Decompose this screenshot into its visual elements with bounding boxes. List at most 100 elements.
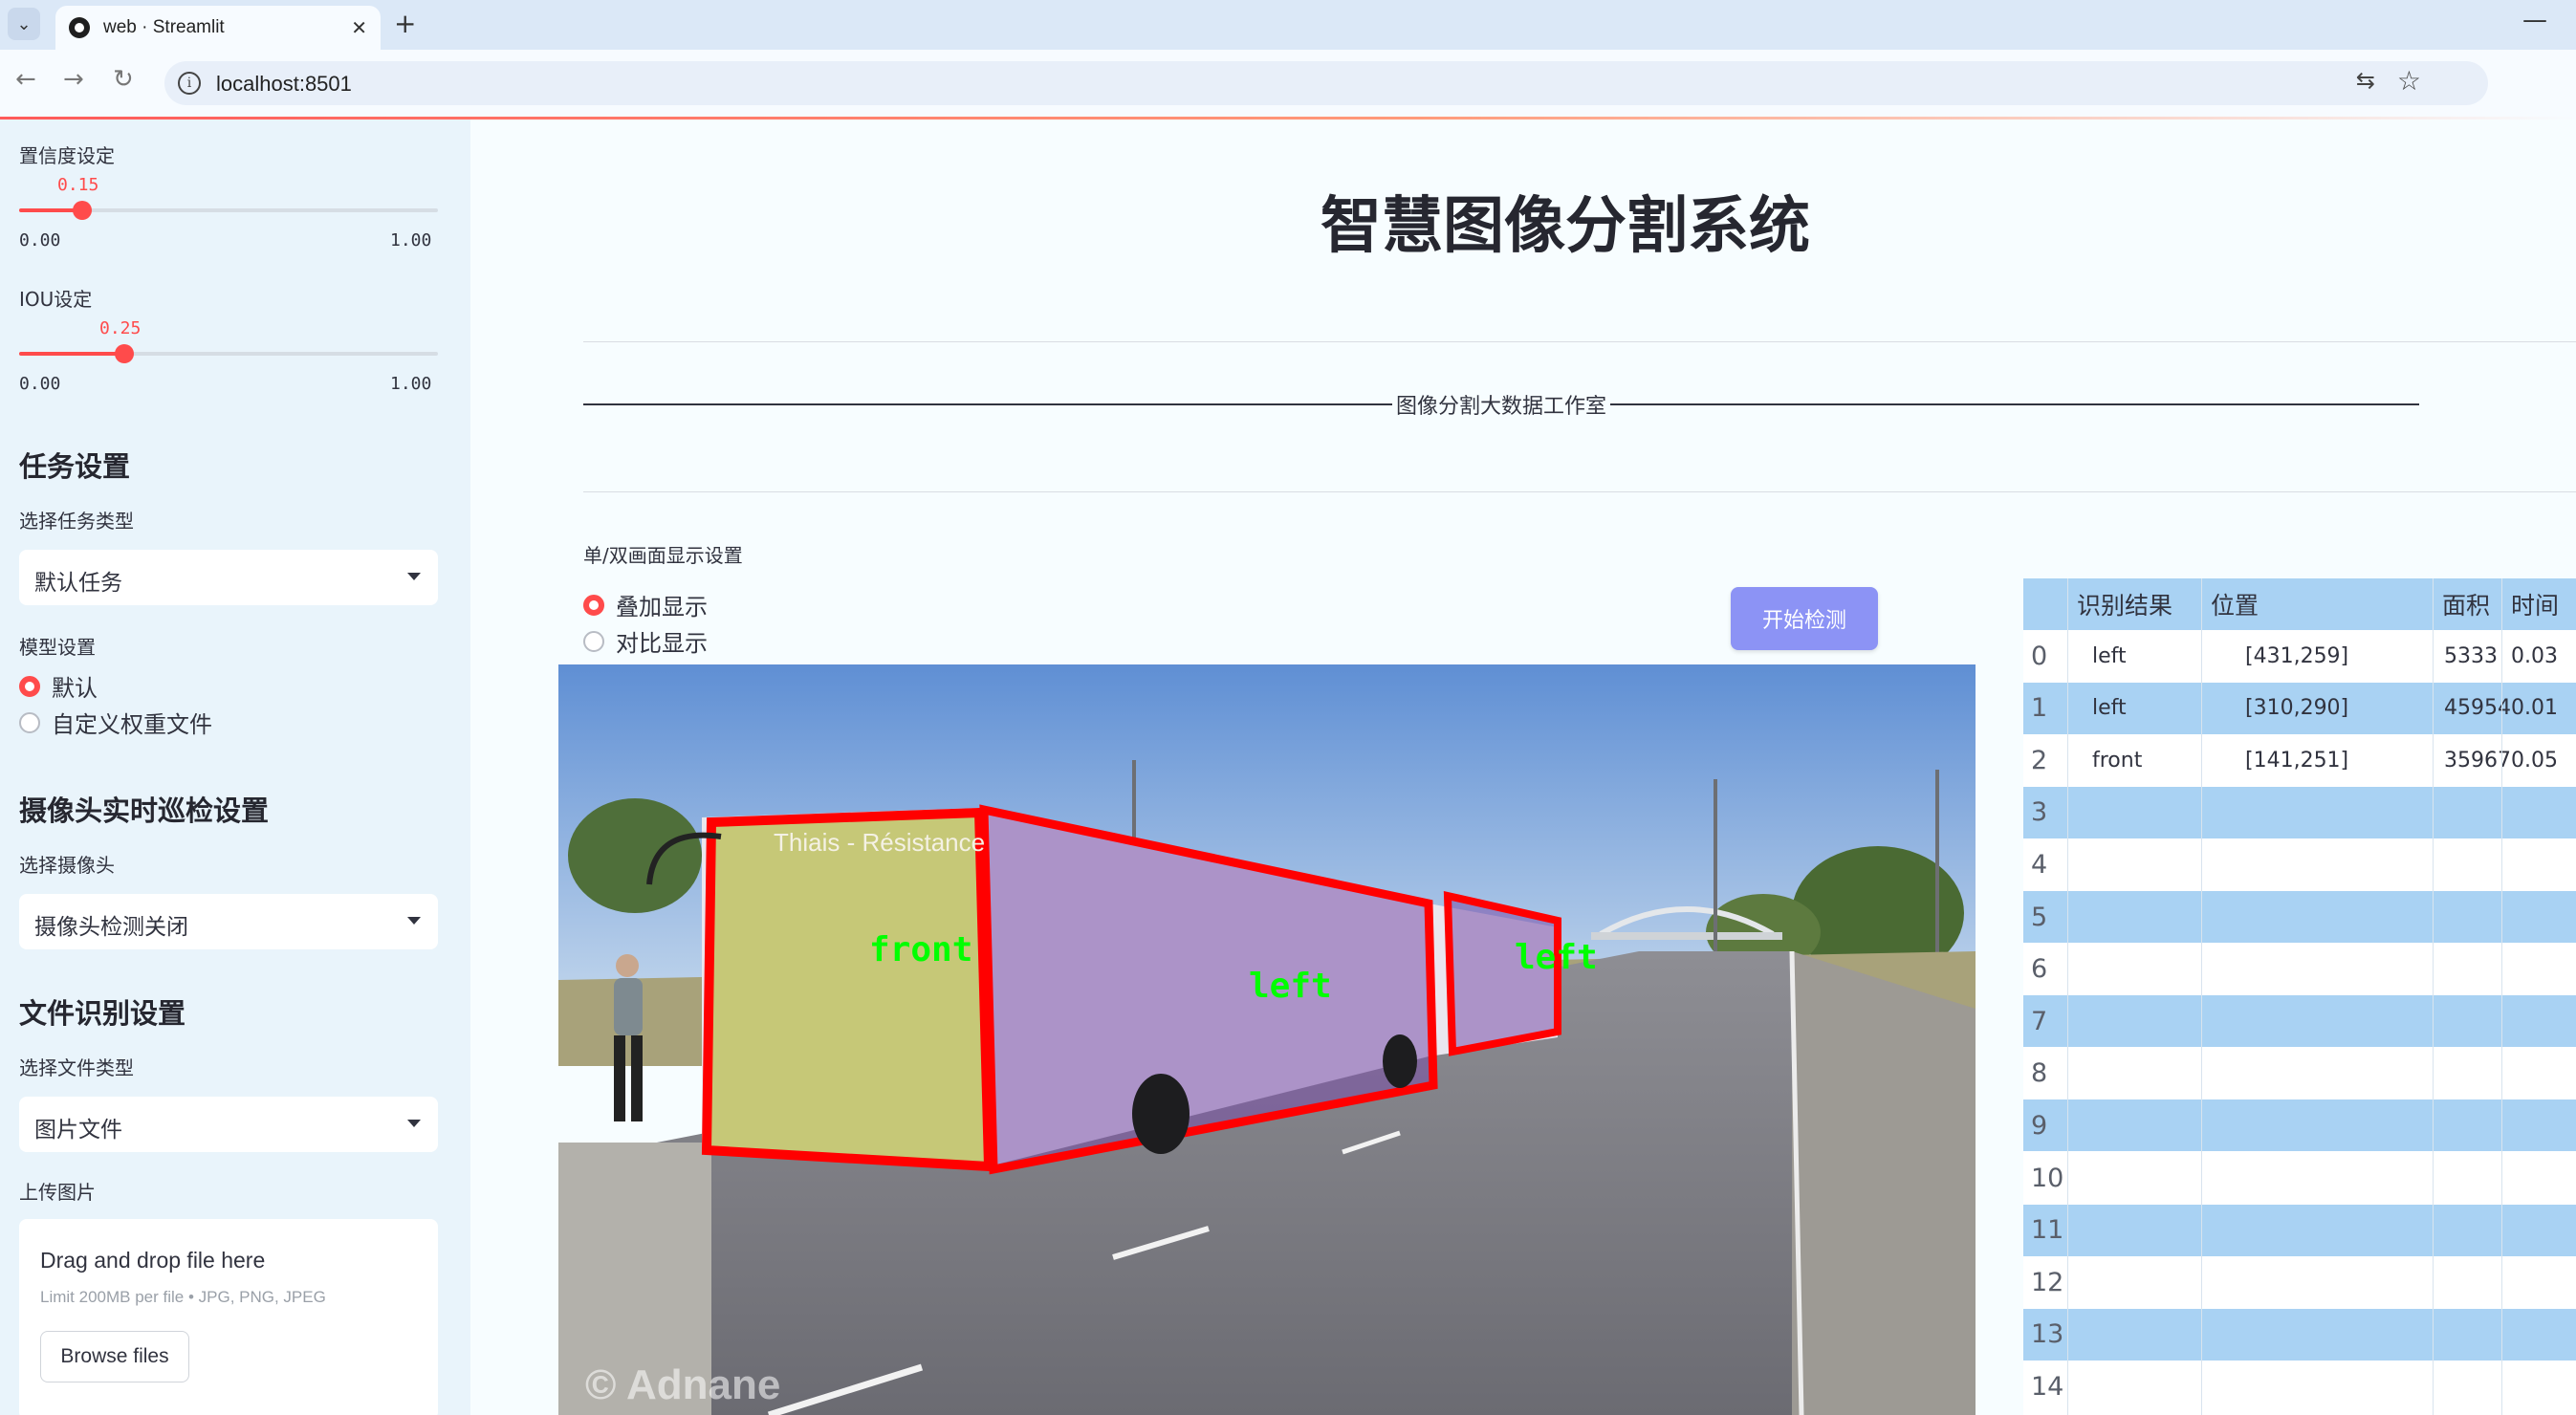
dash-left (583, 403, 1392, 405)
main-content: 智慧图像分割系统 图像分割大数据工作室 单/双画面显示设置 叠加显示 对比显示 … (470, 120, 2576, 1415)
table-row[interactable]: 6 (2023, 944, 2576, 995)
table-row[interactable]: 11 (2023, 1204, 2576, 1256)
close-icon[interactable]: ✕ (351, 16, 367, 39)
column-header-result[interactable]: 识别结果 (2077, 578, 2172, 630)
person-leg (614, 1035, 625, 1121)
table-row[interactable]: 14 (2023, 1361, 2576, 1412)
row-index: 11 (2031, 1215, 2064, 1246)
upload-label: 上传图片 (19, 1181, 96, 1204)
column-header-area[interactable]: 面积 (2442, 578, 2490, 630)
row-index: 4 (2031, 849, 2048, 880)
task-type-select[interactable]: 默认任务 (19, 550, 438, 605)
table-row[interactable]: 10 (2023, 1152, 2576, 1204)
table-row[interactable]: 4 (2023, 838, 2576, 890)
table-row[interactable]: 0 left [431,259] 5333 0.03 (2023, 630, 2576, 682)
site-info-icon[interactable]: i (178, 72, 201, 95)
column-header-position[interactable]: 位置 (2211, 578, 2259, 630)
iou-value: 0.25 (99, 318, 142, 338)
banner-text: 图像分割大数据工作室 (1396, 395, 1607, 419)
chevron-down-icon (407, 573, 421, 580)
browse-files-button[interactable]: Browse files (40, 1331, 189, 1382)
camera-select-value: 摄像头检测关闭 (34, 915, 188, 940)
minimize-window-icon[interactable]: — (2522, 6, 2547, 34)
table-row[interactable]: 3 (2023, 786, 2576, 838)
sidewalk (1792, 951, 1976, 1415)
chevron-down-icon (407, 1120, 421, 1127)
column-separator (2433, 578, 2434, 1415)
iou-slider-fill (19, 352, 124, 356)
cell-time: 0.03 (2511, 643, 2558, 668)
bookmark-star-icon[interactable]: ☆ (2397, 65, 2421, 97)
reload-icon[interactable]: ↻ (113, 65, 134, 94)
task-settings-heading: 任务设置 (19, 450, 131, 483)
back-arrow-icon[interactable]: ← (15, 65, 36, 94)
forward-arrow-icon[interactable]: → (63, 65, 84, 94)
row-index: 8 (2031, 1058, 2048, 1089)
model-radio-default[interactable]: 默认 (19, 669, 98, 703)
tab-search-button[interactable]: ⌄ (8, 8, 40, 40)
row-index: 5 (2031, 902, 2048, 932)
table-row[interactable]: 12 (2023, 1256, 2576, 1308)
row-index: 2 (2031, 745, 2048, 775)
camera-select[interactable]: 摄像头检测关闭 (19, 894, 438, 949)
table-row[interactable]: 5 (2023, 891, 2576, 943)
wheel (1383, 1034, 1417, 1088)
display-mode-label: 单/双画面显示设置 (583, 544, 743, 567)
confidence-max: 1.00 (390, 230, 432, 250)
person-leg (631, 1035, 643, 1121)
person-head (616, 954, 639, 977)
row-index: 14 (2031, 1371, 2064, 1402)
tab-title: web · Streamlit (103, 17, 225, 37)
iou-max: 1.00 (390, 374, 432, 394)
person-body (614, 978, 643, 1035)
street-lamp (1714, 779, 1717, 970)
banner-line: 图像分割大数据工作室 (583, 389, 2419, 420)
dash-right (1610, 403, 2419, 405)
url-omnibox[interactable]: i localhost:8501 ⇆ ☆ (164, 61, 2488, 105)
model-radio-default-label: 默认 (52, 675, 98, 702)
new-tab-plus-icon[interactable]: + (394, 8, 416, 39)
column-separator (2501, 578, 2502, 1415)
iou-slider-thumb[interactable] (114, 344, 134, 363)
display-radio-compare[interactable]: 对比显示 (583, 624, 708, 658)
page-title: 智慧图像分割系统 (1321, 191, 1810, 262)
column-header-time[interactable]: 时间 (2511, 578, 2559, 630)
iou-label: IOU设定 (19, 288, 93, 311)
table-row[interactable]: 1 left [310,290] 45954 0.01 (2023, 682, 2576, 734)
row-index: 3 (2031, 797, 2048, 828)
url-text[interactable]: localhost:8501 (216, 72, 352, 97)
bridge-deck (1591, 932, 1782, 940)
model-radio-custom[interactable]: 自定义权重文件 (19, 706, 212, 739)
confidence-slider-thumb[interactable] (72, 201, 92, 220)
radio-selected-icon (583, 594, 604, 616)
confidence-slider[interactable] (19, 201, 438, 220)
display-radio-overlay[interactable]: 叠加显示 (583, 588, 708, 621)
file-dropzone[interactable]: Drag and drop file here Limit 200MB per … (19, 1219, 438, 1415)
translate-icon[interactable]: ⇆ (2356, 67, 2375, 94)
chevron-down-icon: ⌄ (16, 13, 32, 34)
table-row[interactable]: 8 (2023, 1048, 2576, 1099)
browser-tab[interactable]: web · Streamlit ✕ (55, 6, 381, 50)
cell-time: 0.05 (2511, 748, 2558, 773)
table-row[interactable]: 9 (2023, 1099, 2576, 1152)
iou-min: 0.00 (19, 374, 61, 394)
table-row[interactable]: 13 (2023, 1308, 2576, 1361)
camera-settings-heading: 摄像头实时巡检设置 (19, 795, 270, 827)
file-type-value: 图片文件 (34, 1118, 122, 1143)
task-type-label: 选择任务类型 (19, 510, 134, 533)
table-row[interactable]: 2 front [141,251] 35967 0.05 (2023, 734, 2576, 786)
file-type-select[interactable]: 图片文件 (19, 1097, 438, 1152)
tree (568, 798, 702, 913)
confidence-label: 置信度设定 (19, 144, 115, 167)
start-detection-button[interactable]: 开始检测 (1731, 587, 1878, 650)
iou-slider[interactable] (19, 344, 438, 363)
file-type-label: 选择文件类型 (19, 1056, 134, 1079)
model-radio-custom-label: 自定义权重文件 (52, 711, 212, 738)
task-type-value: 默认任务 (34, 571, 122, 596)
cell-position: [310,290] (2245, 696, 2349, 721)
table-row[interactable]: 7 (2023, 995, 2576, 1048)
model-settings-label: 模型设置 (19, 636, 96, 659)
divider (583, 341, 2576, 342)
cell-area: 5333 (2444, 643, 2498, 668)
results-table[interactable]: 识别结果 位置 面积 时间 0 left [431,259] 5333 0.03 1 lef… (2023, 578, 2576, 1415)
